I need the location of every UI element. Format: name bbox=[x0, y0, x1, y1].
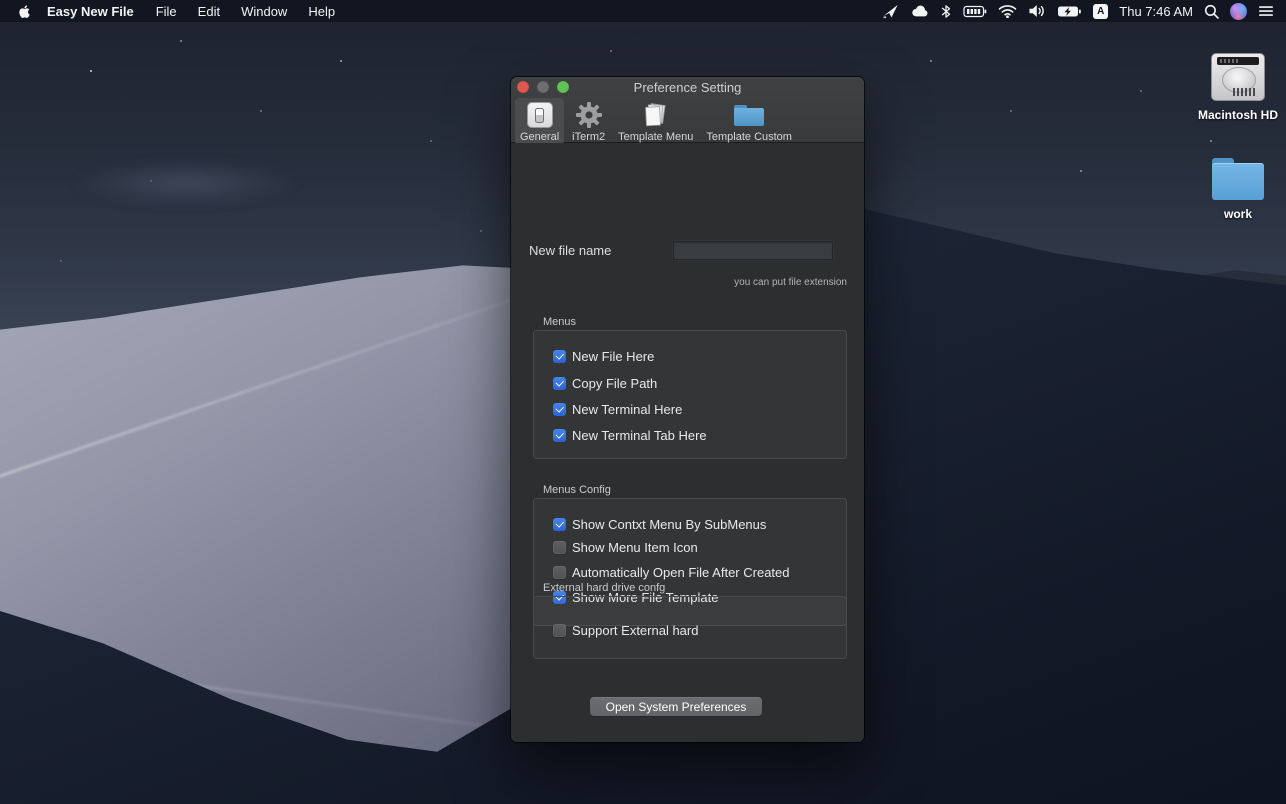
checkbox-new-file-here[interactable]: New File Here bbox=[553, 349, 654, 364]
checkbox-new-terminal-here[interactable]: New Terminal Here bbox=[553, 402, 682, 417]
battery-level-icon[interactable] bbox=[963, 5, 987, 18]
group-box-external-hard-drive: Support External hard bbox=[533, 596, 847, 659]
checkbox-show-context-menu-by-submenus[interactable]: Show Contxt Menu By SubMenus bbox=[553, 517, 766, 532]
battery-charging-icon[interactable] bbox=[1057, 5, 1082, 18]
menu-bar: Easy New File File Edit Window Help A Th… bbox=[0, 0, 1286, 22]
group-title-menus: Menus bbox=[543, 316, 576, 328]
menubar-clock[interactable]: Thu 7:46 AM bbox=[1119, 4, 1193, 19]
wallpaper-cloud bbox=[70, 160, 300, 206]
checkbox-icon bbox=[553, 566, 566, 579]
file-name-input[interactable] bbox=[673, 241, 833, 260]
window-header: Preference Setting General iTerm2 bbox=[511, 77, 864, 143]
paper-plane-icon[interactable] bbox=[882, 4, 899, 19]
preference-toolbar: General iTerm2 Template Menu bbox=[515, 98, 800, 145]
gear-icon bbox=[575, 101, 603, 129]
checkbox-icon bbox=[553, 624, 566, 637]
spotlight-search-icon[interactable] bbox=[1204, 4, 1219, 19]
toolbar-tab-general[interactable]: General bbox=[515, 98, 564, 145]
group-box-menus: New File Here Copy File Path New Termina… bbox=[533, 330, 847, 459]
checkbox-new-terminal-tab-here[interactable]: New Terminal Tab Here bbox=[553, 428, 707, 443]
checkbox-icon bbox=[553, 518, 566, 531]
file-extension-hint: you can put file extension bbox=[734, 277, 847, 288]
folder-icon bbox=[734, 101, 764, 129]
desktop-icon-work[interactable]: work bbox=[1178, 158, 1286, 223]
apple-menu[interactable] bbox=[18, 4, 31, 19]
notification-center-icon[interactable] bbox=[1258, 4, 1274, 18]
desktop-screen: Easy New File File Edit Window Help A Th… bbox=[0, 0, 1286, 804]
desktop-icon-label: Macintosh HD bbox=[1198, 108, 1278, 122]
bluetooth-icon[interactable] bbox=[940, 4, 952, 19]
menubar-item-file[interactable]: File bbox=[156, 4, 177, 19]
input-source-icon[interactable]: A bbox=[1093, 4, 1108, 19]
menubar-item-help[interactable]: Help bbox=[308, 4, 335, 19]
open-system-preferences-button[interactable]: Open System Preferences bbox=[590, 697, 762, 716]
checkbox-icon bbox=[553, 403, 566, 416]
desktop-icon-label: work bbox=[1224, 207, 1252, 221]
menubar-status-area: A Thu 7:46 AM bbox=[882, 3, 1274, 20]
folder-icon bbox=[1178, 158, 1286, 200]
toolbar-tab-template-menu[interactable]: Template Menu bbox=[613, 98, 698, 145]
checkbox-icon bbox=[553, 350, 566, 363]
apple-icon bbox=[18, 4, 31, 19]
switch-icon bbox=[527, 101, 553, 129]
checkbox-show-menu-item-icon[interactable]: Show Menu Item Icon bbox=[553, 540, 698, 555]
checkbox-automatically-open-file[interactable]: Automatically Open File After Created bbox=[553, 565, 790, 580]
group-title-menus-config: Menus Config bbox=[543, 484, 611, 496]
desktop-icon-macintosh-hd[interactable]: Macintosh HD bbox=[1178, 53, 1286, 124]
menubar-item-window[interactable]: Window bbox=[241, 4, 287, 19]
checkbox-copy-file-path[interactable]: Copy File Path bbox=[553, 376, 657, 391]
wifi-icon[interactable] bbox=[998, 4, 1017, 18]
window-title: Preference Setting bbox=[511, 80, 864, 95]
toolbar-tab-iterm2[interactable]: iTerm2 bbox=[567, 98, 610, 145]
cloud-icon[interactable] bbox=[910, 4, 929, 18]
checkbox-icon bbox=[553, 429, 566, 442]
menubar-item-edit[interactable]: Edit bbox=[198, 4, 220, 19]
menubar-app-name[interactable]: Easy New File bbox=[47, 4, 134, 19]
hard-drive-icon bbox=[1178, 53, 1286, 101]
group-title-external-hard-drive: External hard drive confg bbox=[543, 582, 665, 594]
siri-icon[interactable] bbox=[1230, 3, 1247, 20]
checkbox-icon bbox=[553, 541, 566, 554]
preference-window: Preference Setting General iTerm2 bbox=[511, 77, 864, 742]
file-name-label: New file name bbox=[529, 243, 611, 258]
preference-general-pane: New file name you can put file extension… bbox=[511, 143, 864, 742]
checkbox-icon bbox=[553, 377, 566, 390]
toolbar-tab-template-custom[interactable]: Template Custom bbox=[701, 98, 797, 145]
volume-icon[interactable] bbox=[1028, 4, 1046, 18]
documents-icon bbox=[642, 101, 669, 129]
checkbox-support-external-hard[interactable]: Support External hard bbox=[553, 623, 698, 638]
